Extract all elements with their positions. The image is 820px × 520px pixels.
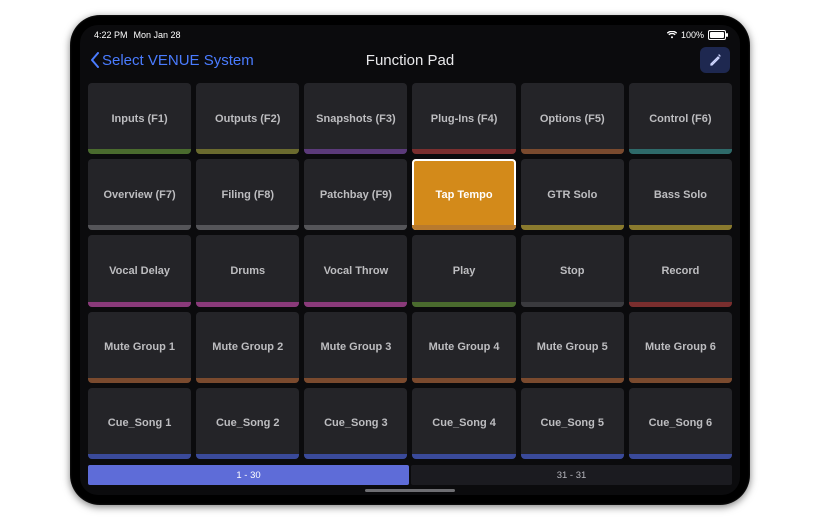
pad-label: Mute Group 3 (320, 341, 391, 353)
pad-label: Drums (230, 265, 265, 277)
pad-22[interactable]: Mute Group 4 (412, 312, 515, 383)
pad-label: Options (F5) (540, 113, 605, 125)
pad-18[interactable]: Record (629, 235, 732, 306)
function-pad-grid: Inputs (F1) Outputs (F2) Snapshots (F3) Plu… (88, 83, 732, 459)
pad-1[interactable]: Inputs (F1) (88, 83, 191, 154)
pad-21[interactable]: Mute Group 3 (304, 312, 407, 383)
pad-3[interactable]: Snapshots (F3) (304, 83, 407, 154)
nav-bar: Select VENUE System Function Pad (80, 43, 740, 77)
pad-label: Mute Group 2 (212, 341, 283, 353)
status-bar: 4:22 PM Mon Jan 28 100% (80, 25, 740, 43)
pad-23[interactable]: Mute Group 5 (521, 312, 624, 383)
pad-label: Stop (560, 265, 584, 277)
statusbar-time: 4:22 PM (94, 30, 128, 40)
page-tab-1[interactable]: 1 - 30 (88, 465, 409, 485)
pad-11[interactable]: GTR Solo (521, 159, 624, 230)
pad-29[interactable]: Cue_Song 5 (521, 388, 624, 459)
pad-label: Inputs (F1) (111, 113, 167, 125)
pad-label: Cue_Song 6 (649, 417, 713, 429)
battery-percent: 100% (681, 30, 704, 40)
pad-28[interactable]: Cue_Song 4 (412, 388, 515, 459)
pad-24[interactable]: Mute Group 6 (629, 312, 732, 383)
pad-label: Cue_Song 5 (540, 417, 604, 429)
pad-label: Snapshots (F3) (316, 113, 395, 125)
pad-6[interactable]: Control (F6) (629, 83, 732, 154)
pad-12[interactable]: Bass Solo (629, 159, 732, 230)
pad-14[interactable]: Drums (196, 235, 299, 306)
wand-icon (708, 53, 722, 67)
pad-7[interactable]: Overview (F7) (88, 159, 191, 230)
pad-label: Vocal Throw (324, 265, 389, 277)
pad-label: Play (453, 265, 476, 277)
pad-8[interactable]: Filing (F8) (196, 159, 299, 230)
battery-icon (708, 30, 726, 40)
pad-label: Cue_Song 1 (108, 417, 172, 429)
pad-label: Mute Group 6 (645, 341, 716, 353)
pad-4[interactable]: Plug-Ins (F4) (412, 83, 515, 154)
chevron-left-icon (90, 52, 100, 68)
pad-label: Vocal Delay (109, 265, 170, 277)
pad-2[interactable]: Outputs (F2) (196, 83, 299, 154)
pad-13[interactable]: Vocal Delay (88, 235, 191, 306)
pad-15[interactable]: Vocal Throw (304, 235, 407, 306)
pad-label: Cue_Song 3 (324, 417, 388, 429)
pad-label: Mute Group 1 (104, 341, 175, 353)
page-selector: 1 - 3031 - 31 (88, 465, 732, 485)
pad-label: Mute Group 4 (429, 341, 500, 353)
pad-label: Cue_Song 2 (216, 417, 280, 429)
wifi-icon (667, 31, 677, 39)
home-indicator (80, 485, 740, 495)
pad-25[interactable]: Cue_Song 1 (88, 388, 191, 459)
pad-label: Control (F6) (649, 113, 711, 125)
pad-26[interactable]: Cue_Song 2 (196, 388, 299, 459)
pad-10[interactable]: Tap Tempo (412, 159, 515, 230)
pad-label: Overview (F7) (104, 189, 176, 201)
pad-label: Patchbay (F9) (320, 189, 392, 201)
pad-label: Tap Tempo (436, 189, 493, 201)
pad-label: Cue_Song 4 (432, 417, 496, 429)
pad-16[interactable]: Play (412, 235, 515, 306)
pad-20[interactable]: Mute Group 2 (196, 312, 299, 383)
pad-19[interactable]: Mute Group 1 (88, 312, 191, 383)
pad-label: Record (661, 265, 699, 277)
pad-label: Bass Solo (654, 189, 707, 201)
pad-label: Filing (F8) (221, 189, 274, 201)
page-tab-2[interactable]: 31 - 31 (411, 465, 732, 485)
pad-label: Plug-Ins (F4) (431, 113, 498, 125)
pad-label: Mute Group 5 (537, 341, 608, 353)
statusbar-date: Mon Jan 28 (134, 30, 181, 40)
back-button[interactable]: Select VENUE System (90, 52, 254, 69)
edit-button[interactable] (700, 47, 730, 73)
pad-9[interactable]: Patchbay (F9) (304, 159, 407, 230)
pad-label: GTR Solo (547, 189, 597, 201)
pad-27[interactable]: Cue_Song 3 (304, 388, 407, 459)
pad-label: Outputs (F2) (215, 113, 280, 125)
pad-5[interactable]: Options (F5) (521, 83, 624, 154)
back-label: Select VENUE System (102, 52, 254, 69)
pad-30[interactable]: Cue_Song 6 (629, 388, 732, 459)
pad-17[interactable]: Stop (521, 235, 624, 306)
